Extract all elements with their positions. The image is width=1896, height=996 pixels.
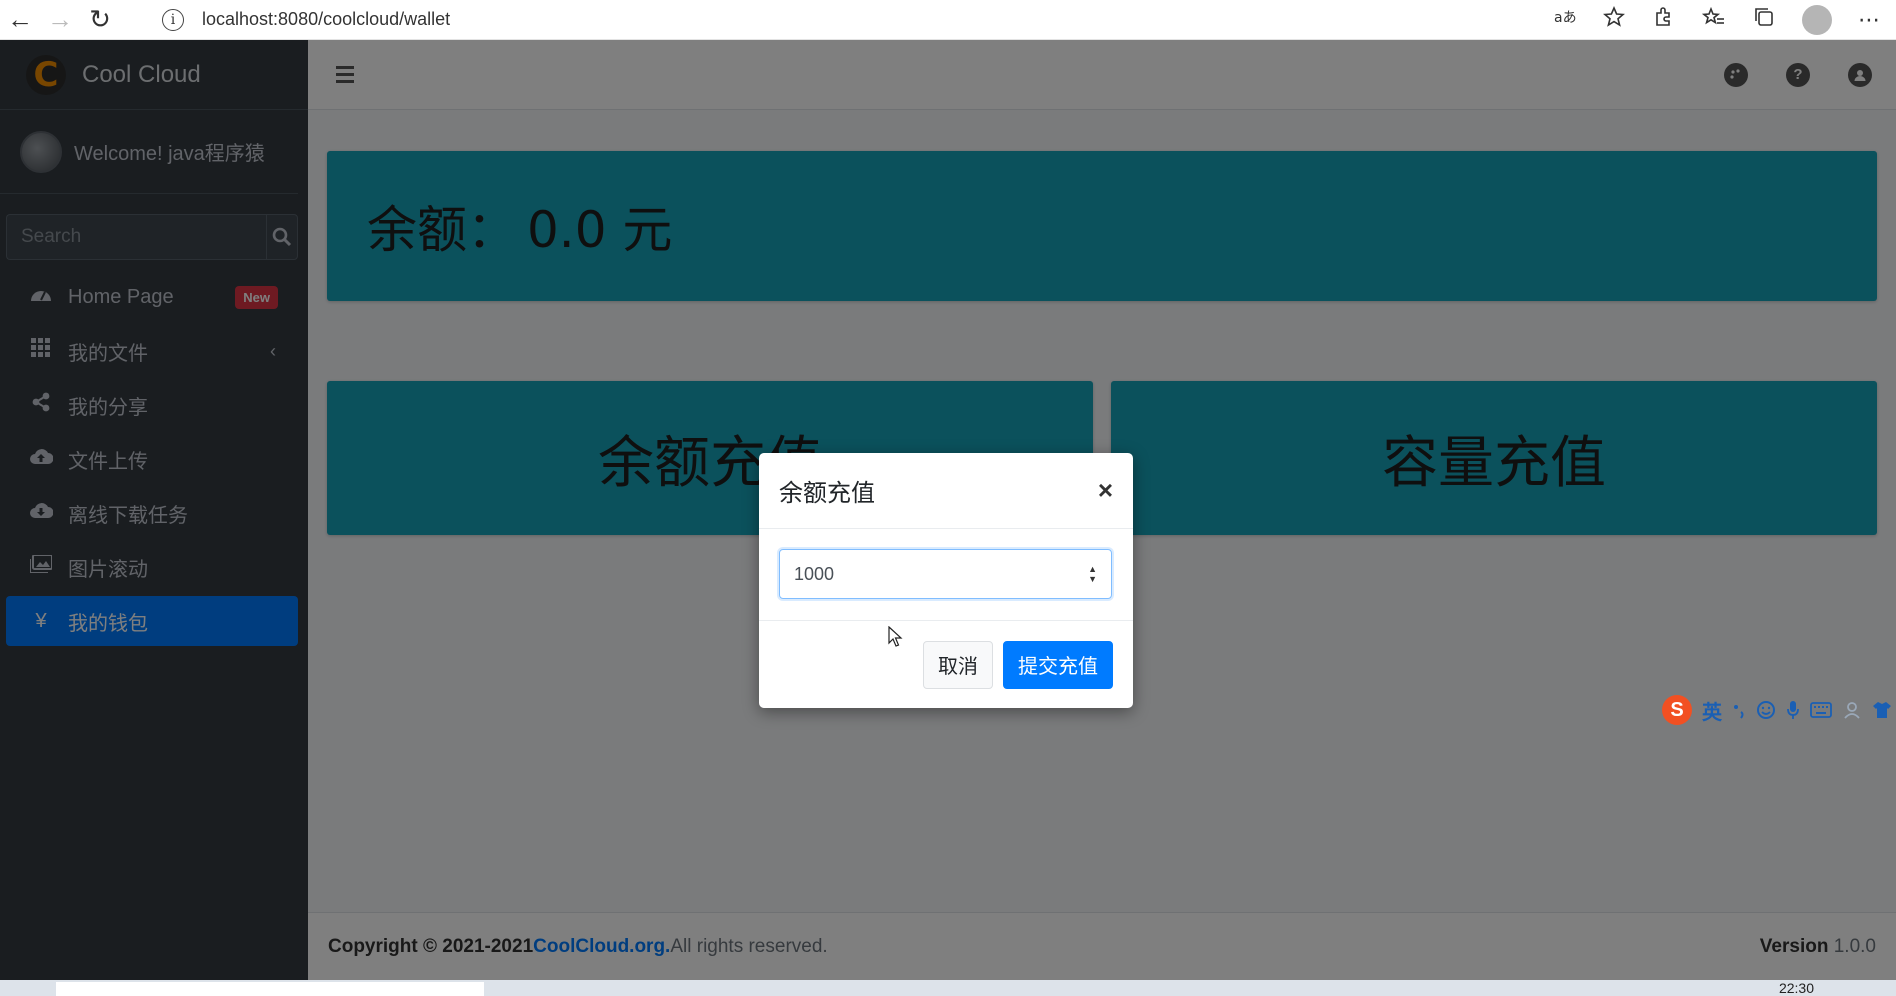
- back-icon[interactable]: ←: [0, 0, 40, 40]
- more-menu-icon[interactable]: ⋯: [1858, 7, 1880, 33]
- recharge-modal: 余额充值 × 1000 ▲ ▼ 取消 提交充值: [759, 453, 1133, 708]
- forward-icon[interactable]: →: [40, 0, 80, 40]
- modal-header: 余额充值 ×: [759, 453, 1133, 529]
- extensions-icon[interactable]: [1652, 5, 1676, 35]
- microphone-icon[interactable]: [1786, 700, 1800, 720]
- amount-value[interactable]: 1000: [794, 564, 834, 585]
- emoji-icon[interactable]: [1756, 700, 1776, 720]
- svg-text:aあ: aあ: [1554, 10, 1576, 26]
- ime-punctuation-icon[interactable]: [1732, 700, 1746, 720]
- skin-icon[interactable]: [1872, 700, 1892, 720]
- ime-toolbar[interactable]: S 英: [1662, 693, 1896, 727]
- url-text[interactable]: localhost:8080/coolcloud/wallet: [202, 9, 450, 30]
- modal-body: 1000 ▲ ▼: [759, 529, 1133, 621]
- submit-recharge-button[interactable]: 提交充值: [1003, 640, 1113, 689]
- mouse-cursor-icon: [888, 626, 903, 647]
- amount-input[interactable]: 1000 ▲ ▼: [779, 549, 1112, 599]
- favorites-icon[interactable]: [1701, 5, 1726, 35]
- modal-title: 余额充值: [779, 479, 875, 507]
- read-aloud-icon[interactable]: aあ: [1554, 7, 1577, 33]
- modal-footer: 取消 提交充值: [759, 621, 1133, 708]
- collections-icon[interactable]: [1752, 5, 1776, 35]
- taskbar: 22:30: [0, 980, 1896, 996]
- refresh-icon[interactable]: ↻: [80, 0, 120, 40]
- browser-toolbar: ← → ↻ i localhost:8080/coolcloud/wallet …: [0, 0, 1896, 40]
- cancel-button[interactable]: 取消: [923, 640, 993, 689]
- taskbar-clock: 22:30: [1778, 980, 1814, 996]
- keyboard-icon[interactable]: [1810, 702, 1832, 718]
- taskbar-search[interactable]: [56, 982, 484, 996]
- ime-language-toggle[interactable]: 英: [1702, 696, 1722, 725]
- address-bar[interactable]: i localhost:8080/coolcloud/wallet: [162, 8, 450, 31]
- browser-actions: aあ ⋯: [1554, 4, 1896, 35]
- site-info-icon[interactable]: i: [162, 8, 184, 31]
- close-icon[interactable]: ×: [1098, 475, 1113, 506]
- favorite-add-icon[interactable]: [1602, 5, 1626, 35]
- ime-user-icon[interactable]: [1842, 700, 1862, 720]
- sogou-logo-icon[interactable]: S: [1662, 695, 1692, 725]
- profile-avatar-icon[interactable]: [1802, 4, 1832, 35]
- spinner-icon[interactable]: ▲ ▼: [1088, 564, 1097, 584]
